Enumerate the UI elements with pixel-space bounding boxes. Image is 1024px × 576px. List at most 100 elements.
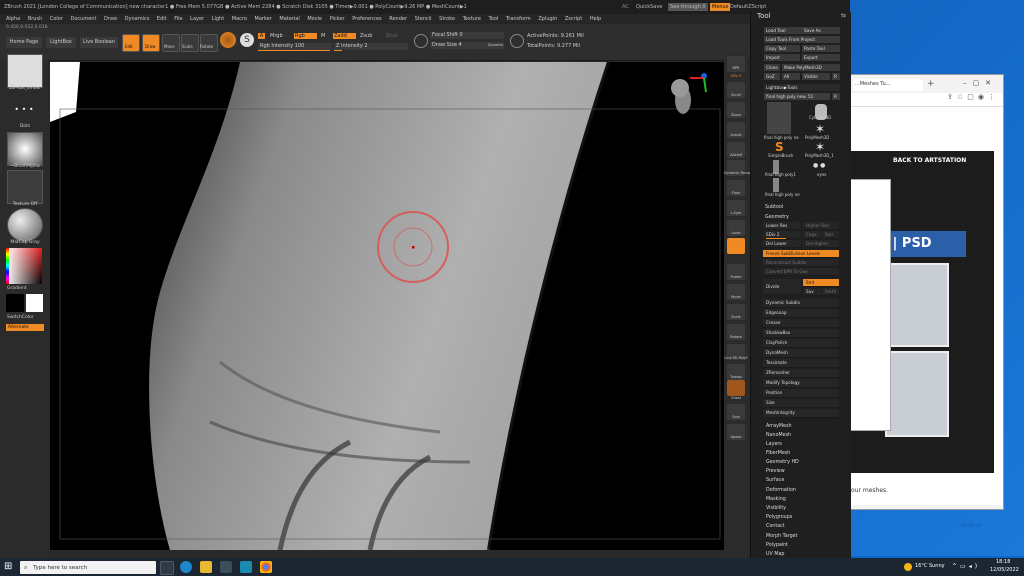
geometry-hd-section[interactable]: Geometry HD <box>766 458 848 467</box>
quicksave-button[interactable]: QuickSave <box>636 0 662 14</box>
menu-help[interactable]: Help <box>590 16 601 22</box>
live-boolean-button[interactable]: Live Boolean <box>80 37 118 48</box>
crease-section[interactable]: Crease <box>763 319 839 328</box>
stroke-s-icon[interactable]: S <box>240 33 254 47</box>
switch-color-button[interactable]: SwitchColor <box>7 315 49 320</box>
nanomesh-section[interactable]: NanoMesh <box>766 431 848 440</box>
tessimate-section[interactable]: Tessimate <box>763 359 839 368</box>
dynamic-button[interactable]: Dynamic <box>488 42 503 49</box>
surface-section[interactable]: Surface <box>766 476 848 485</box>
tool-header[interactable]: Tool <box>757 12 771 20</box>
contact-section[interactable]: Contact <box>766 522 848 531</box>
menus-button[interactable]: Menus <box>710 3 731 11</box>
stroke-dots-icon[interactable]: • • • <box>7 94 41 126</box>
reuv-toggle[interactable]: ReUV <box>822 288 839 296</box>
menu-file[interactable]: File <box>174 16 182 22</box>
save-as-button[interactable]: Save As <box>802 27 840 34</box>
file-explorer-icon[interactable] <box>200 561 212 573</box>
focal-shift-slider[interactable]: Focal Shift 0 <box>430 32 504 39</box>
make-polymesh3d-button[interactable]: Make PolyMesh3D <box>782 64 840 71</box>
menu-layer[interactable]: Layer <box>190 16 204 22</box>
modify-topology-section[interactable]: Modify Topology <box>763 379 839 388</box>
visibility-section[interactable]: Visibility <box>766 504 848 513</box>
layers-section[interactable]: Layers <box>766 440 848 449</box>
move-mode-button[interactable] <box>162 34 180 52</box>
reconstruct-subdiv-button[interactable]: Reconstruct Subdiv <box>763 259 839 267</box>
export-button[interactable]: Export <box>802 54 840 61</box>
material-sphere-icon[interactable] <box>220 32 236 48</box>
secondary-color-swatch[interactable] <box>26 294 43 312</box>
window-controls[interactable]: –▢✕ <box>963 79 997 87</box>
zremesher-section[interactable]: ZRemesher <box>763 369 839 378</box>
all-button[interactable]: All <box>782 73 800 80</box>
chrome-icon[interactable] <box>260 561 272 573</box>
shadowbox-section[interactable]: ShadowBox <box>763 329 839 338</box>
lightbox-tools-button[interactable]: Lightbox▶Tools <box>764 84 840 91</box>
rgb-button[interactable]: Rgb <box>294 33 317 39</box>
dynamic-subdiv-section[interactable]: Dynamic Subdiv <box>763 299 839 308</box>
preview-section[interactable]: Preview <box>766 467 848 476</box>
dynamesh-section[interactable]: DynaMesh <box>763 349 839 358</box>
edge-browser-icon[interactable] <box>180 561 192 573</box>
copy-tool-button[interactable]: Copy Tool <box>764 45 800 52</box>
tool-thumb-hand[interactable] <box>767 102 791 134</box>
xyz-button[interactable] <box>727 238 745 254</box>
canvas-viewport[interactable] <box>50 62 724 550</box>
eyes-icon[interactable]: ● ● <box>813 162 825 169</box>
lower-res-button[interactable]: Lower Res <box>763 222 801 230</box>
menu-texture[interactable]: Texture <box>463 16 481 22</box>
taskbar-search-box[interactable]: ⌕ Type here to search <box>20 561 156 574</box>
import-button[interactable]: Import <box>764 54 800 61</box>
polymesh-star-icon[interactable]: ✶ <box>815 122 825 136</box>
menu-light[interactable]: Light <box>212 16 224 22</box>
polypaint-section[interactable]: Polypaint <box>766 541 848 550</box>
menu-macro[interactable]: Macro <box>232 16 247 22</box>
back-to-artstation-link[interactable]: BACK TO ARTSTATION <box>893 157 966 164</box>
browser-window[interactable]: ...Meshes Tu... + –▢✕ ⇪☆▢◉⋮ BACK TO ARTS… <box>848 74 1004 529</box>
system-tray-icons[interactable]: ^▭◂) <box>952 563 980 570</box>
tool-thumb-hand-small-2[interactable] <box>773 178 779 192</box>
masking-section[interactable]: Masking <box>766 495 848 504</box>
cage-button[interactable]: Cage <box>803 231 821 239</box>
menu-zplugin[interactable]: Zplugin <box>538 16 557 22</box>
rotate-mode-button[interactable] <box>200 34 218 52</box>
position-section[interactable]: Position <box>763 389 839 398</box>
menu-marker[interactable]: Marker <box>255 16 272 22</box>
convert-bpr-to-geo-button[interactable]: Convert BPR To Geo <box>763 268 839 276</box>
smt-toggle[interactable]: Smt <box>803 279 839 287</box>
rstr-button[interactable]: Rstr <box>822 231 839 239</box>
mrgb-button[interactable]: Mrgb <box>270 33 283 39</box>
clock-date[interactable]: 12/05/2022 <box>990 567 1019 573</box>
menu-edit[interactable]: Edit <box>157 16 167 22</box>
menu-material[interactable]: Material <box>279 16 299 22</box>
geometry-section[interactable]: Geometry <box>765 213 847 222</box>
show-all-link[interactable]: Show all <box>961 523 982 529</box>
freeze-subdivision-levels-button[interactable]: Freeze SubDivision Levels <box>763 250 839 258</box>
menu-tool[interactable]: Tool <box>489 16 499 22</box>
paste-tool-button[interactable]: Paste Tool <box>802 45 840 52</box>
edgeloop-section[interactable]: EdgeLoop <box>763 309 839 318</box>
rgb-intensity-slider[interactable]: Rgb Intensity 100 <box>258 43 332 50</box>
a-button[interactable]: A <box>258 33 265 39</box>
palette-dock-icon[interactable]: ⇆ <box>841 12 846 19</box>
ghost-button[interactable] <box>727 380 745 396</box>
home-page-button[interactable]: Home Page <box>6 37 42 48</box>
scale-mode-button[interactable] <box>181 34 199 52</box>
color-picker[interactable] <box>6 248 42 284</box>
menu-alpha[interactable]: Alpha <box>6 16 20 22</box>
hue-strip[interactable] <box>6 248 9 284</box>
simplebrush-icon[interactable]: S <box>775 140 784 154</box>
fibermesh-section[interactable]: FiberMesh <box>766 449 848 458</box>
deformation-section[interactable]: Deformation <box>766 486 848 495</box>
zbrush-taskbar-icon[interactable] <box>220 561 232 573</box>
material-thumbnail[interactable] <box>7 208 43 242</box>
menu-dynamics[interactable]: Dynamics <box>125 16 150 22</box>
polymesh-1-star-icon[interactable]: ✶ <box>815 140 825 154</box>
claypolish-section[interactable]: ClayPolish <box>763 339 839 348</box>
visible-button[interactable]: Visible <box>802 73 830 80</box>
meshintegrity-section[interactable]: MeshIntegrity <box>763 409 839 418</box>
subtool-section[interactable]: Subtool <box>765 203 847 212</box>
morph-target-section[interactable]: Morph Target <box>766 532 848 541</box>
menu-color[interactable]: Color <box>50 16 63 22</box>
goz-button[interactable]: GoZ <box>764 73 780 80</box>
